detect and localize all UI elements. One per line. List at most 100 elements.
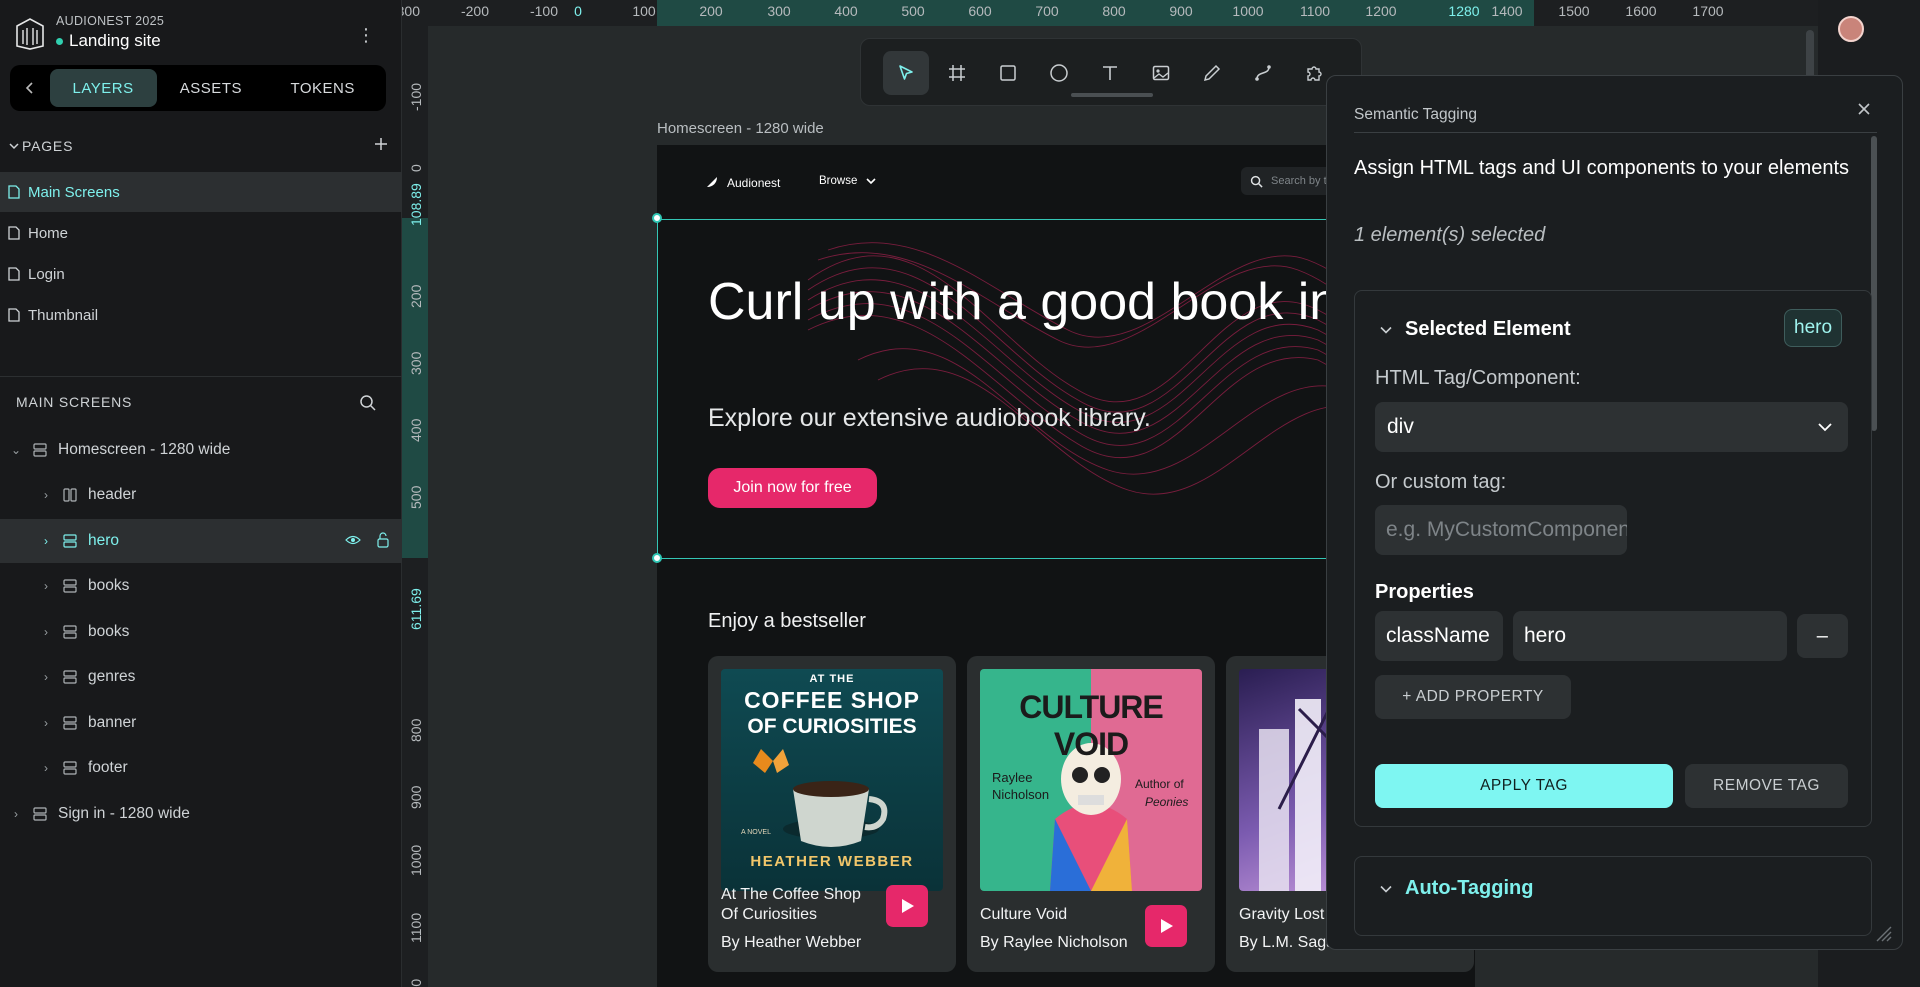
project-header[interactable]: AUDIONEST 2025 Landing site bbox=[14, 14, 164, 51]
layer-footer[interactable]: › footer bbox=[0, 746, 402, 790]
browse-menu[interactable]: Browse bbox=[819, 175, 877, 187]
ruler-tick-label: 300 bbox=[408, 351, 424, 375]
page-item-thumbnail[interactable]: Thumbnail bbox=[0, 295, 402, 335]
custom-tag-input[interactable]: e.g. MyCustomComponent bbox=[1375, 505, 1627, 555]
eye-icon[interactable] bbox=[345, 533, 361, 547]
layer-label: genres bbox=[88, 668, 136, 685]
ruler-tick-label: 500 bbox=[408, 485, 424, 509]
book-cover-culture-void[interactable]: CULTURE VOID Raylee Nicholson Author of … bbox=[980, 669, 1202, 891]
tag-label: HTML Tag/Component: bbox=[1375, 367, 1581, 389]
ruler-tick-label: 0 bbox=[574, 3, 582, 19]
remove-property-button[interactable]: – bbox=[1797, 614, 1848, 658]
page-item-login[interactable]: Login bbox=[0, 254, 402, 294]
back-button[interactable] bbox=[16, 71, 44, 105]
layer-homescreen[interactable]: ⌄ Homescreen - 1280 wide bbox=[0, 428, 402, 472]
add-property-button[interactable]: + ADD PROPERTY bbox=[1375, 675, 1571, 719]
layer-banner[interactable]: › banner bbox=[0, 701, 402, 745]
close-panel-button[interactable] bbox=[1857, 102, 1871, 116]
ruler-tick-label: 1500 bbox=[1558, 3, 1590, 19]
user-avatar[interactable] bbox=[1838, 16, 1864, 42]
text-tool[interactable] bbox=[1087, 51, 1133, 95]
artboard-label[interactable]: Homescreen - 1280 wide bbox=[657, 120, 824, 137]
ruler-tick-label: 300 bbox=[767, 3, 791, 19]
selection-count: 1 element(s) selected bbox=[1354, 224, 1546, 246]
cover-title: CULTURE VOID bbox=[1019, 689, 1164, 762]
cover-author-name: Raylee Nicholson bbox=[992, 770, 1050, 802]
book-cover-coffee-shop[interactable]: AT THE COFFEE SHOP OF CURIOSITIES A NOVE… bbox=[721, 669, 943, 891]
toolbar-drag-handle[interactable] bbox=[1071, 93, 1153, 97]
tab-layers[interactable]: LAYERS bbox=[49, 69, 157, 107]
ruler-tick-label: 200 bbox=[408, 284, 424, 308]
layer-books[interactable]: › books bbox=[0, 610, 402, 654]
book-author: By L.M. Saga bbox=[1239, 934, 1336, 951]
apply-tag-button[interactable]: APPLY TAG bbox=[1375, 764, 1673, 808]
stack-layout-icon bbox=[62, 669, 78, 685]
layer-books[interactable]: › books bbox=[0, 564, 402, 608]
tab-tokens[interactable]: TOKENS bbox=[265, 69, 380, 107]
brand-name: Audionest bbox=[727, 176, 781, 190]
selected-element-toggle[interactable]: Selected Element bbox=[1379, 318, 1571, 341]
section-divider bbox=[0, 376, 402, 377]
chevron-right-icon: › bbox=[14, 807, 18, 821]
semantic-tagging-panel: Semantic Tagging Assign HTML tags and UI… bbox=[1326, 75, 1903, 950]
rectangle-tool[interactable] bbox=[985, 51, 1031, 95]
ruler-tick-label: 1200 bbox=[1365, 3, 1397, 19]
page-label: Login bbox=[28, 265, 65, 283]
property-value-input[interactable]: hero bbox=[1513, 611, 1787, 661]
site-brand[interactable]: Audionest bbox=[703, 175, 780, 191]
layer-header[interactable]: › header bbox=[0, 473, 402, 517]
page-item-home[interactable]: Home bbox=[0, 213, 402, 253]
book-card[interactable]: AT THE COFFEE SHOP OF CURIOSITIES A NOVE… bbox=[708, 656, 956, 972]
cover-novel-label: A NOVEL bbox=[741, 829, 771, 836]
play-button[interactable] bbox=[1145, 905, 1187, 947]
pen-tool[interactable] bbox=[1189, 51, 1235, 95]
add-page-button[interactable] bbox=[373, 136, 389, 152]
play-button[interactable] bbox=[886, 885, 928, 927]
tab-assets[interactable]: ASSETS bbox=[157, 69, 266, 107]
browse-label: Browse bbox=[819, 175, 858, 187]
chevron-down-icon bbox=[1379, 882, 1393, 896]
frame-tool[interactable] bbox=[934, 51, 980, 95]
selection-handle-top-left[interactable] bbox=[652, 213, 662, 223]
ellipse-tool[interactable] bbox=[1036, 51, 1082, 95]
ellipse-icon bbox=[1049, 63, 1069, 83]
layer-genres[interactable]: › genres bbox=[0, 655, 402, 699]
path-tool[interactable] bbox=[1240, 51, 1286, 95]
ruler-tick-label: 108.89 bbox=[408, 183, 424, 226]
remove-tag-button[interactable]: REMOVE TAG bbox=[1685, 764, 1848, 808]
ruler-tick-label: 1400 bbox=[1491, 3, 1523, 19]
auto-tagging-toggle[interactable]: Auto-Tagging bbox=[1379, 877, 1533, 900]
image-tool[interactable] bbox=[1138, 51, 1184, 95]
cover-title-line1: COFFEE SHOP bbox=[744, 687, 920, 713]
feather-logo-icon bbox=[703, 175, 719, 191]
ruler-tick-label: 1200 bbox=[408, 979, 424, 987]
page-icon bbox=[8, 308, 20, 322]
join-now-button[interactable]: Join now for free bbox=[708, 468, 877, 508]
layer-hero[interactable]: › hero bbox=[0, 519, 402, 563]
selection-handle-bottom-left[interactable] bbox=[652, 553, 662, 563]
ruler-tick-label: 1100 bbox=[408, 912, 424, 943]
book-card[interactable]: CULTURE VOID Raylee Nicholson Author of … bbox=[967, 656, 1215, 972]
stack-layout-icon bbox=[62, 715, 78, 731]
more-options-icon[interactable]: ⋮ bbox=[357, 26, 375, 44]
property-key-input[interactable]: className bbox=[1375, 611, 1503, 661]
pages-header[interactable]: PAGES bbox=[0, 132, 402, 160]
panel-description: Assign HTML tags and UI components to yo… bbox=[1354, 157, 1850, 179]
chevron-down-icon bbox=[865, 175, 877, 187]
html-tag-select[interactable]: div bbox=[1375, 402, 1848, 452]
layer-label: header bbox=[88, 486, 137, 503]
layer-label: books bbox=[88, 577, 130, 594]
element-name-badge: hero bbox=[1784, 309, 1843, 347]
unlock-icon[interactable] bbox=[376, 532, 390, 548]
page-item-main-screens[interactable]: Main Screens bbox=[0, 172, 402, 212]
pages-title: PAGES bbox=[22, 138, 74, 154]
book-author: By Raylee Nicholson bbox=[980, 934, 1128, 951]
pointer-tool[interactable] bbox=[883, 51, 929, 95]
ruler-tick-label: -100 bbox=[529, 3, 559, 19]
resize-grip-icon[interactable] bbox=[1873, 923, 1893, 943]
layer-sign-in[interactable]: › Sign in - 1280 wide bbox=[0, 792, 402, 836]
search-layers-button[interactable] bbox=[359, 394, 377, 412]
ruler-tick-label: -300 bbox=[402, 3, 421, 19]
chevron-right-icon: › bbox=[44, 761, 48, 775]
properties-label: Properties bbox=[1375, 581, 1474, 603]
